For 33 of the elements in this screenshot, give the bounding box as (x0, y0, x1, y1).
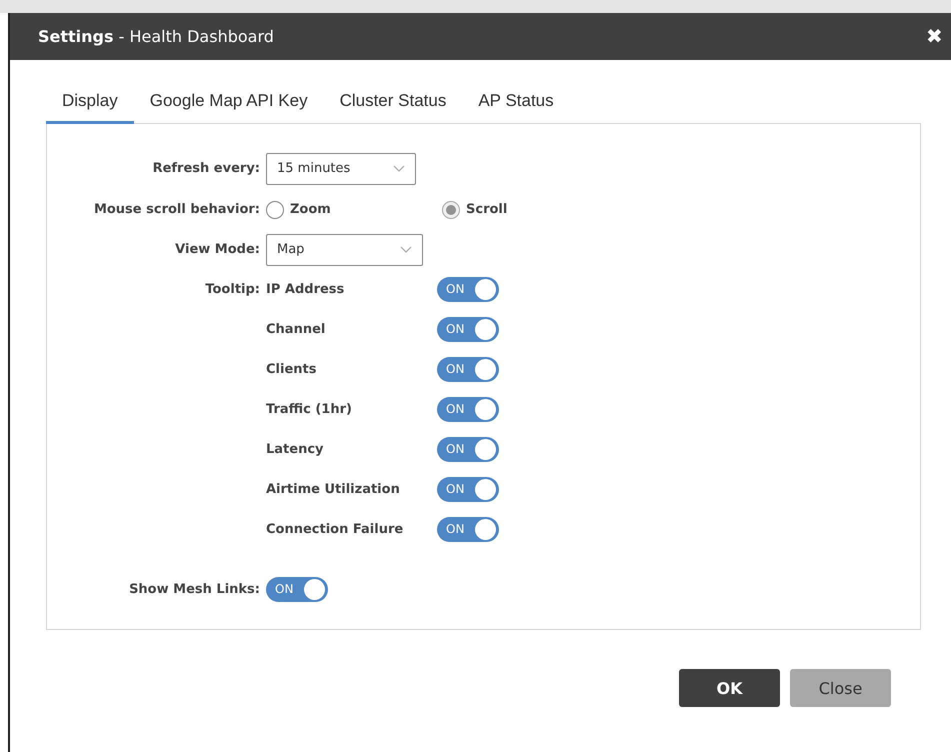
tooltip-option-label: Clients (266, 362, 318, 376)
tooltip-option-label: IP Address (266, 282, 346, 296)
field-label: Show Mesh Links: (128, 582, 260, 596)
tooltip-option-label: Latency (266, 442, 325, 456)
tab[interactable]: Cluster Status (324, 88, 462, 124)
tab[interactable]: AP Status (462, 88, 570, 124)
tooltip-option-label: Connection Failure (266, 522, 404, 536)
field-label: Mouse scroll behavior: (92, 202, 260, 217)
chevron-down-icon (400, 246, 412, 253)
toggle-switch[interactable]: ON (437, 396, 499, 422)
tooltip-option-label: Airtime Utilization (266, 482, 401, 496)
toggle-switch[interactable]: ON (437, 516, 499, 542)
radio-option[interactable]: Scroll (442, 200, 508, 218)
tooltip-option-label: Channel (266, 322, 326, 336)
field-label: Refresh every: (152, 161, 260, 176)
toggle-switch[interactable]: ON (437, 476, 499, 502)
tab[interactable]: Google Map API Key (134, 88, 324, 124)
toggle-switch[interactable]: ON (437, 276, 499, 302)
field-label: Tooltip: (204, 282, 260, 296)
close-button[interactable]: Close (790, 669, 891, 707)
dialog-title: Settings - Health Dashboard (38, 27, 274, 46)
tooltip-option-label: Traffic (1hr) (266, 402, 353, 416)
tab[interactable]: Display (46, 88, 134, 124)
radio-option[interactable]: Zoom (266, 200, 442, 218)
refresh-dropdown[interactable]: 15 minutes (266, 152, 416, 184)
field-label: View Mode: (174, 242, 260, 257)
toggle-switch[interactable]: ON (437, 316, 499, 342)
toggle-switch[interactable]: ON (437, 356, 499, 382)
chevron-down-icon (393, 165, 405, 172)
ok-button[interactable]: OK (679, 669, 780, 707)
toggle-switch[interactable]: ON (437, 436, 499, 462)
toggle-switch[interactable]: ON (266, 576, 328, 602)
view-mode-dropdown[interactable]: Map (266, 234, 423, 266)
